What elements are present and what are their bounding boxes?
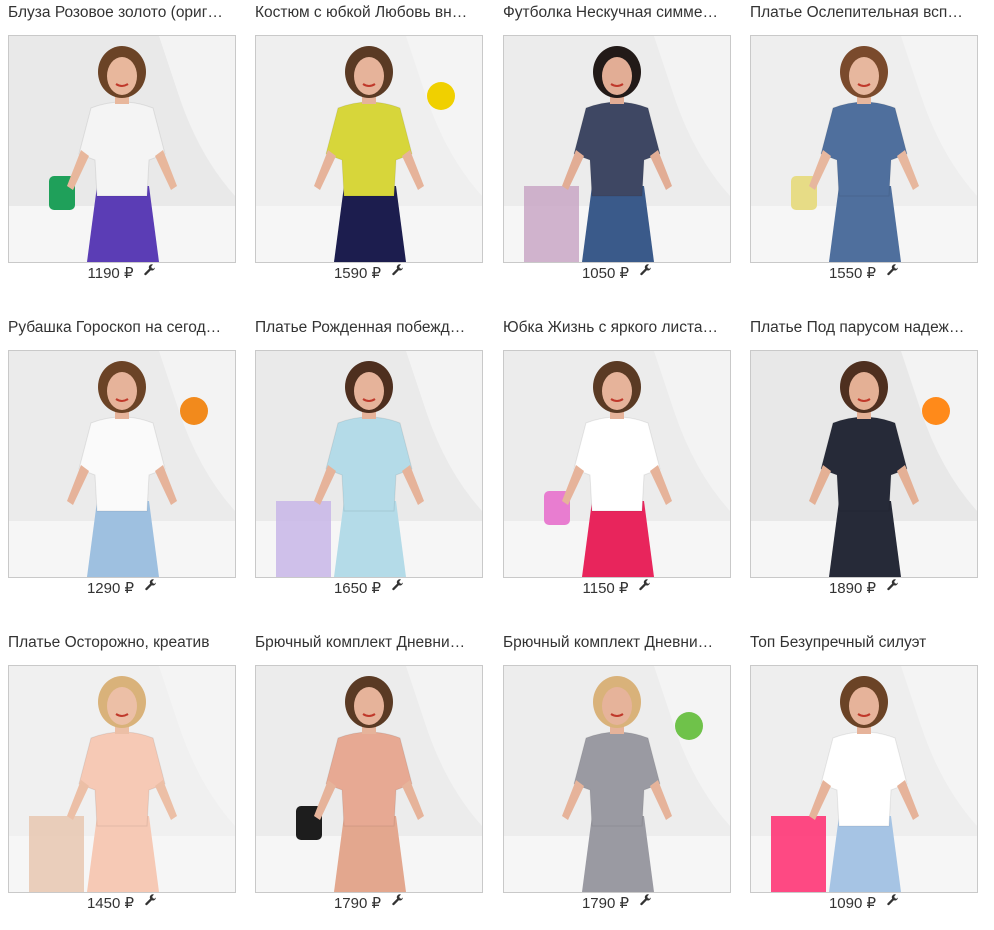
product-title-link[interactable]: Рубашка Гороскоп на сегод… [8,318,236,338]
wrench-icon[interactable] [886,263,899,283]
product-price: 1090 ₽ [828,895,877,912]
wrench-icon[interactable] [639,263,652,283]
wrench-icon[interactable] [144,893,157,913]
product-price: 1550 ₽ [828,265,877,282]
model-photo-illustration [9,351,235,577]
wrench-icon[interactable] [391,263,404,283]
product-price: 1790 ₽ [333,895,382,912]
product-photo[interactable] [8,665,236,893]
product-grid: Блуза Розовое золото (ориг… 1190 ₽ Костюм … [0,0,994,912]
product-price: 1650 ₽ [333,580,382,597]
product-title-link[interactable]: Футболка Нескучная симме… [503,3,731,23]
product-title-link[interactable]: Брючный комплект Дневни… [503,633,731,653]
product-price: 1190 ₽ [87,265,134,282]
price-row: 1650 ₽ [255,578,483,598]
product-photo[interactable] [750,665,978,893]
wrench-icon[interactable] [886,578,899,598]
product-photo[interactable] [255,35,483,263]
price-row: 1450 ₽ [8,893,236,913]
model-photo-illustration [504,666,730,892]
product-title-link[interactable]: Костюм с юбкой Любовь вн… [255,3,483,23]
product-card[interactable]: Футболка Нескучная симме… 1050 ₽ [503,0,731,300]
price-row: 1890 ₽ [750,578,978,598]
product-photo[interactable] [750,35,978,263]
product-card[interactable]: Платье Рожденная побежд… 1650 ₽ [255,315,483,615]
product-photo[interactable] [750,350,978,578]
product-price: 1290 ₽ [86,580,135,597]
product-card[interactable]: Рубашка Гороскоп на сегод… 1290 ₽ [8,315,236,615]
model-photo-illustration [504,351,730,577]
model-photo-illustration [256,36,482,262]
product-card[interactable]: Платье Ослепительная всп… 1550 ₽ [750,0,978,300]
product-card[interactable]: Брючный комплект Дневни… 1790 ₽ [255,630,483,930]
price-row: 1790 ₽ [255,893,483,913]
wrench-icon[interactable] [639,893,652,913]
product-photo[interactable] [503,35,731,263]
price-row: 1050 ₽ [503,263,731,283]
price-row: 1190 ₽ [8,263,236,283]
product-price: 1890 ₽ [828,580,877,597]
product-price: 1790 ₽ [581,895,630,912]
product-card[interactable]: Платье Осторожно, креатив 1450 ₽ [8,630,236,930]
product-title-link[interactable]: Юбка Жизнь с яркого листа… [503,318,731,338]
model-photo-illustration [256,666,482,892]
model-photo-illustration [256,351,482,577]
model-photo-illustration [751,666,977,892]
price-row: 1290 ₽ [8,578,236,598]
wrench-icon[interactable] [391,578,404,598]
wrench-icon[interactable] [638,578,651,598]
product-photo[interactable] [8,350,236,578]
wrench-icon[interactable] [391,893,404,913]
wrench-icon[interactable] [143,263,156,283]
product-title-link[interactable]: Платье Ослепительная всп… [750,3,978,23]
product-card[interactable]: Топ Безупречный силуэт 1090 ₽ [750,630,978,930]
model-photo-illustration [751,351,977,577]
product-photo[interactable] [255,665,483,893]
product-card[interactable]: Костюм с юбкой Любовь вн… 1590 ₽ [255,0,483,300]
wrench-icon[interactable] [886,893,899,913]
price-row: 1790 ₽ [503,893,731,913]
wrench-icon[interactable] [144,578,157,598]
product-title-link[interactable]: Платье Рожденная побежд… [255,318,483,338]
product-price: 1590 ₽ [333,265,382,282]
product-title-link[interactable]: Блуза Розовое золото (ориг… [8,3,236,23]
product-title-link[interactable]: Платье Под парусом надеж… [750,318,978,338]
model-photo-illustration [751,36,977,262]
product-title-link[interactable]: Топ Безупречный силуэт [750,633,978,653]
product-title-link[interactable]: Платье Осторожно, креатив [8,633,236,653]
price-row: 1150 ₽ [503,578,731,598]
price-row: 1590 ₽ [255,263,483,283]
product-photo[interactable] [503,665,731,893]
price-row: 1090 ₽ [750,893,978,913]
price-row: 1550 ₽ [750,263,978,283]
product-price: 1150 ₽ [582,580,629,597]
model-photo-illustration [9,36,235,262]
product-photo[interactable] [8,35,236,263]
model-photo-illustration [9,666,235,892]
product-card[interactable]: Платье Под парусом надеж… 1890 ₽ [750,315,978,615]
product-card[interactable]: Юбка Жизнь с яркого листа… 1150 ₽ [503,315,731,615]
product-photo[interactable] [503,350,731,578]
product-card[interactable]: Блуза Розовое золото (ориг… 1190 ₽ [8,0,236,300]
model-photo-illustration [504,36,730,262]
product-title-link[interactable]: Брючный комплект Дневни… [255,633,483,653]
product-price: 1450 ₽ [86,895,135,912]
product-price: 1050 ₽ [581,265,630,282]
product-card[interactable]: Брючный комплект Дневни… 1790 ₽ [503,630,731,930]
product-photo[interactable] [255,350,483,578]
